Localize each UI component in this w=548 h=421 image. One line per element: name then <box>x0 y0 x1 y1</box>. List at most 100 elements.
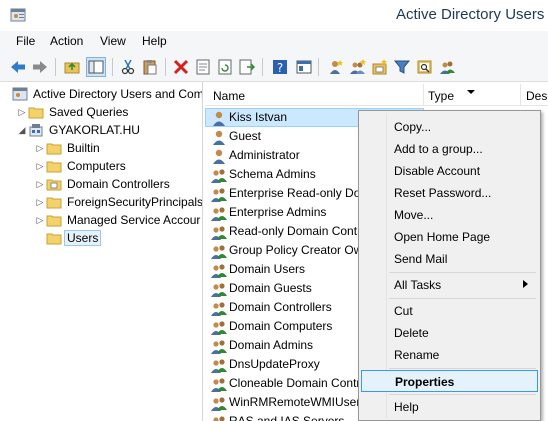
expand-icon[interactable]: ▷ <box>34 179 46 190</box>
tree-item-label: Domain Controllers <box>67 177 170 191</box>
tree-item-builtin[interactable]: ▷ Builtin <box>34 139 100 157</box>
menu-item-cut[interactable]: Cut <box>361 300 538 322</box>
group-icon <box>211 414 227 421</box>
expand-icon[interactable]: ▷ <box>16 107 28 118</box>
menu-item-add-to-a-group[interactable]: Add to a group... <box>361 138 538 160</box>
menu-item-reset-password[interactable]: Reset Password... <box>361 182 538 204</box>
refresh-icon[interactable] <box>215 57 235 77</box>
group-icon <box>211 167 227 183</box>
find-icon[interactable] <box>415 57 435 77</box>
row-name: RAS and IAS Servers <box>229 414 345 421</box>
column-divider[interactable] <box>520 84 521 106</box>
ou-folder-icon <box>46 177 62 191</box>
properties-icon[interactable] <box>193 57 213 77</box>
tree-item-domain[interactable]: ◢ GYAKORLAT.HU <box>16 121 140 139</box>
menu-item-open-home-page[interactable]: Open Home Page <box>361 226 538 248</box>
new-user-icon[interactable] <box>326 57 346 77</box>
menu-item-properties[interactable]: Properties <box>361 370 538 392</box>
back-icon[interactable] <box>8 57 28 77</box>
tree-item-domain-controllers[interactable]: ▷ Domain Controllers <box>34 175 170 193</box>
column-description[interactable]: Desc <box>526 89 548 103</box>
column-divider[interactable] <box>423 84 424 106</box>
menu-item-label: Disable Account <box>394 164 481 178</box>
new-group-icon[interactable] <box>348 57 368 77</box>
menu-view[interactable]: View <box>100 34 126 48</box>
menu-item-label: Open Home Page <box>394 230 491 244</box>
group-icon <box>211 262 227 278</box>
menu-help[interactable]: Help <box>142 34 167 48</box>
menu-item-label: Move... <box>394 208 434 222</box>
console-icon[interactable] <box>294 57 314 77</box>
folder-icon <box>46 141 62 155</box>
menu-file[interactable]: File <box>16 34 35 48</box>
menu-bar: File Action View Help <box>0 31 548 52</box>
expand-icon[interactable]: ▷ <box>34 143 46 154</box>
group-icon <box>211 300 227 316</box>
tree-item-label: GYAKORLAT.HU <box>49 123 140 137</box>
menu-item-send-mail[interactable]: Send Mail <box>361 248 538 270</box>
toolbar-separator <box>112 58 113 76</box>
tree-item-users[interactable]: Users <box>34 229 102 247</box>
tree-item-label: Saved Queries <box>49 105 129 119</box>
menu-item-move[interactable]: Move... <box>361 204 538 226</box>
menu-item-label: Add to a group... <box>394 142 483 156</box>
menu-item-label: Copy... <box>394 120 432 134</box>
menu-item-copy[interactable]: Copy... <box>361 116 538 138</box>
context-menu: Copy... Add to a group... Disable Account R… <box>358 110 541 421</box>
folder-icon <box>46 159 62 173</box>
paste-icon[interactable] <box>140 57 160 77</box>
delete-icon[interactable] <box>171 57 191 77</box>
menu-action[interactable]: Action <box>50 34 83 48</box>
menu-item-help[interactable]: Help <box>361 396 538 418</box>
menu-item-all-tasks[interactable]: All Tasks <box>361 274 538 296</box>
tree-item-label: ForeignSecurityPrincipals <box>67 195 203 209</box>
tree-item-saved-queries[interactable]: ▷ Saved Queries <box>16 103 129 121</box>
menu-item-disable-account[interactable]: Disable Account <box>361 160 538 182</box>
user-icon <box>211 148 227 164</box>
help-icon[interactable]: ? <box>270 57 290 77</box>
export-list-icon[interactable] <box>237 57 257 77</box>
collapse-icon[interactable]: ◢ <box>16 125 28 136</box>
add-to-group-icon[interactable] <box>438 57 458 77</box>
menu-separator <box>389 368 536 369</box>
menu-item-label: Cut <box>394 304 413 318</box>
show-console-tree-icon[interactable] <box>86 57 106 77</box>
menu-separator <box>389 298 536 299</box>
ad-app-icon <box>10 7 26 23</box>
row-name: Kiss Istvan <box>229 110 288 124</box>
expand-icon[interactable]: ▷ <box>34 215 46 226</box>
tree-item-managed-service-accounts[interactable]: ▷ Managed Service Accour <box>34 211 201 229</box>
row-name: Guest <box>229 129 262 143</box>
group-icon <box>211 395 227 411</box>
folder-icon <box>46 231 62 245</box>
row-name: Domain Computers <box>229 319 333 333</box>
menu-item-delete[interactable]: Delete <box>361 322 538 344</box>
row-name: Schema Admins <box>229 167 316 181</box>
menu-item-label: Help <box>394 400 419 414</box>
expand-icon[interactable]: ▷ <box>34 197 46 208</box>
tree-item-foreign-security-principals[interactable]: ▷ ForeignSecurityPrincipals <box>34 193 203 211</box>
tree-root[interactable]: Active Directory Users and Com <box>12 85 202 103</box>
row-name: Domain Guests <box>229 281 312 295</box>
expand-icon[interactable]: ▷ <box>34 161 46 172</box>
cut-icon[interactable] <box>118 57 138 77</box>
tree-item-label: Managed Service Accour <box>67 213 201 227</box>
column-type[interactable]: Type <box>428 89 454 103</box>
toolbar-separator <box>318 58 319 76</box>
row-name: Enterprise Read-only Dor <box>229 186 365 200</box>
tree-item-computers[interactable]: ▷ Computers <box>34 157 126 175</box>
folder-icon <box>46 213 62 227</box>
menu-item-rename[interactable]: Rename <box>361 344 538 366</box>
column-name[interactable]: Name <box>213 89 245 103</box>
new-ou-icon[interactable] <box>370 57 390 77</box>
forward-icon[interactable] <box>30 57 50 77</box>
group-icon <box>211 243 227 259</box>
group-icon <box>211 338 227 354</box>
filter-icon[interactable] <box>392 57 412 77</box>
row-name: DnsUpdateProxy <box>229 357 320 371</box>
submenu-arrow-icon <box>523 280 528 288</box>
group-icon <box>211 205 227 221</box>
svg-text:?: ? <box>277 61 283 75</box>
menu-item-label: Delete <box>394 326 429 340</box>
up-folder-icon[interactable] <box>62 57 82 77</box>
